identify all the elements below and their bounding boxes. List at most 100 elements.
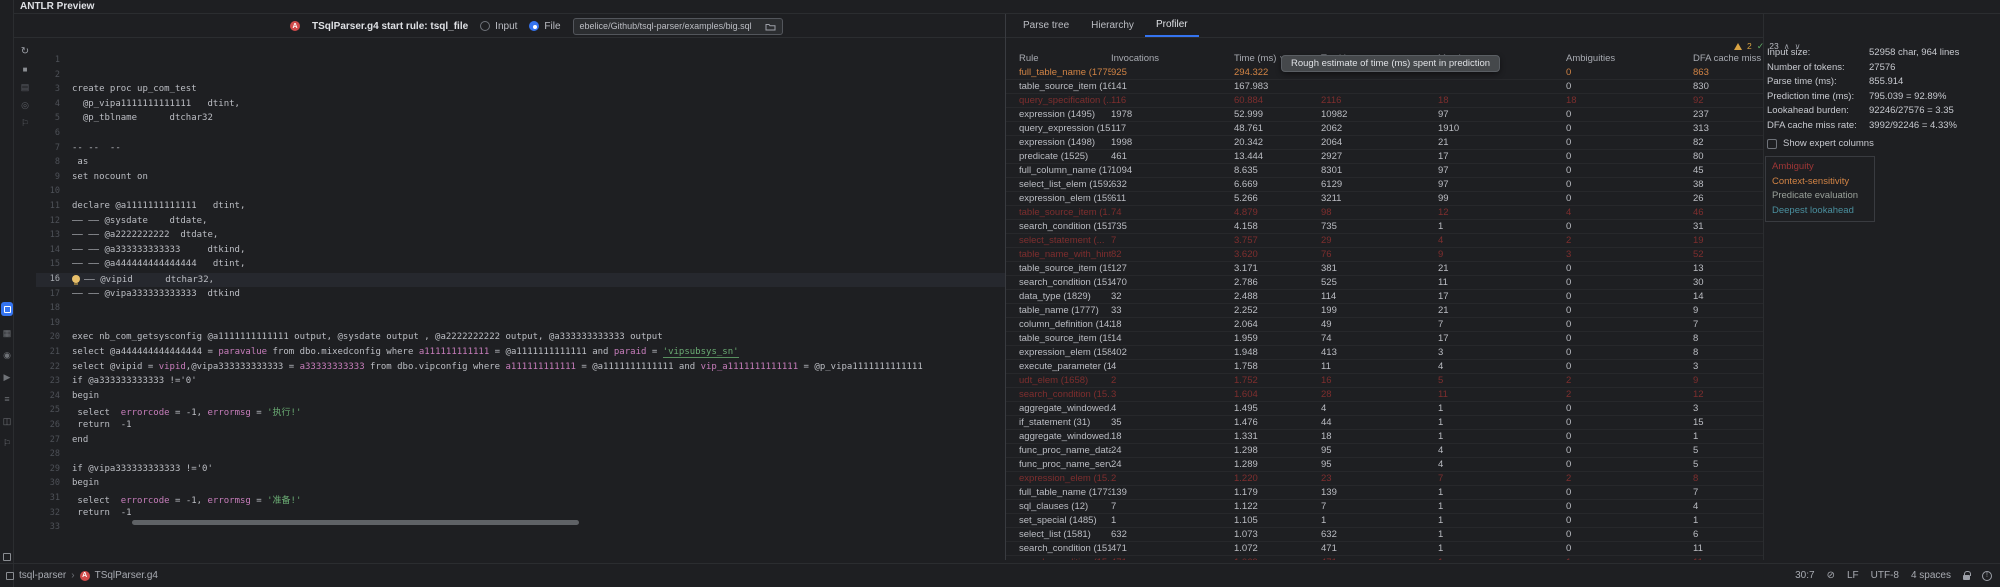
column-header[interactable]: Rule xyxy=(1019,53,1111,64)
profiler-row[interactable]: set_special (1485)11.1051101 xyxy=(1006,514,1763,528)
editor-line[interactable]: 26 return -1 xyxy=(36,419,1005,433)
editor-line[interactable]: 22select @vipid = vipid,@vipa33333333333… xyxy=(36,361,1005,375)
tool-window-button-bottom[interactable] xyxy=(1,550,13,564)
edit-button[interactable]: ▤ xyxy=(18,80,32,94)
editor-line[interactable]: 5 @p_tblname dtchar32 xyxy=(36,112,1005,126)
editor-line[interactable]: 21select @a444444444444444 = paravalue f… xyxy=(36,346,1005,360)
profiler-row[interactable]: aggregate_windowed...41.4954103 xyxy=(1006,402,1763,416)
line-number[interactable]: 22 xyxy=(36,362,60,372)
profiler-row[interactable]: table_source_item (16...141167.9830830 xyxy=(1006,80,1763,94)
caret-position[interactable]: 30:7 xyxy=(1795,570,1814,581)
file-encoding[interactable]: UTF-8 xyxy=(1871,570,1899,581)
profiler-row[interactable]: if_statement (31)351.476441015 xyxy=(1006,416,1763,430)
line-number[interactable]: 31 xyxy=(36,493,60,503)
editor-line[interactable]: 12—— —— @sysdate dtdate, xyxy=(36,215,1005,229)
file-path-field[interactable]: ebelice/Github/tsql-parser/examples/big.… xyxy=(573,18,783,35)
profiler-row[interactable]: expression_elem (1589)4021.948413308 xyxy=(1006,346,1763,360)
profiler-row[interactable]: search_condition (15...31.6042811212 xyxy=(1006,388,1763,402)
breadcrumb-file[interactable]: TSqlParser.g4 xyxy=(95,570,158,581)
editor-line[interactable]: 25 select errorcode = -1, errormsg = '执行… xyxy=(36,404,1005,418)
editor-line[interactable]: 1 xyxy=(36,54,1005,68)
line-number[interactable]: 10 xyxy=(36,186,60,196)
profiler-row[interactable]: table_source_item (1...744.8799812446 xyxy=(1006,206,1763,220)
line-number[interactable]: 3 xyxy=(36,84,60,94)
profiler-row[interactable]: aggregate_windowed...181.33118101 xyxy=(1006,430,1763,444)
search-button[interactable]: ◎ xyxy=(18,98,32,112)
profiler-row[interactable]: udt_elem (1658)21.75216529 xyxy=(1006,374,1763,388)
file-radio[interactable]: File xyxy=(529,21,560,32)
line-number[interactable]: 32 xyxy=(36,508,60,518)
profiler-row[interactable]: expression (1495)197852.99910982970237 xyxy=(1006,108,1763,122)
tab-profiler[interactable]: Profiler xyxy=(1145,14,1199,37)
profiler-row[interactable]: full_column_name (17...10948.63583019704… xyxy=(1006,164,1763,178)
line-number[interactable]: 17 xyxy=(36,289,60,299)
profiler-row[interactable]: sql_clauses (12)71.1227104 xyxy=(1006,500,1763,514)
editor-line[interactable]: 31 select errorcode = -1, errormsg = '准备… xyxy=(36,492,1005,506)
lock-icon[interactable] xyxy=(1963,575,1970,580)
profiler-row[interactable]: func_proc_name_serv...241.28995405 xyxy=(1006,458,1763,472)
profiler-row[interactable]: search_condition (1519)7354.1587351031 xyxy=(1006,220,1763,234)
editor-line[interactable]: 4 @p_vipa1111111111111 dtint, xyxy=(36,98,1005,112)
profiler-row[interactable]: query_specification (...11660.8842116181… xyxy=(1006,94,1763,108)
line-number[interactable]: 20 xyxy=(36,332,60,342)
profiler-row[interactable]: select_list (1581)6321.073632106 xyxy=(1006,528,1763,542)
editor-line[interactable]: 8 as xyxy=(36,156,1005,170)
profiler-row[interactable]: column_definition (1421)182.06449707 xyxy=(1006,318,1763,332)
line-number[interactable]: 19 xyxy=(36,318,60,328)
line-number[interactable]: 9 xyxy=(36,172,60,182)
editor-line[interactable]: 19 xyxy=(36,317,1005,331)
line-number[interactable]: 12 xyxy=(36,216,60,226)
profiler-row[interactable]: predicate (1525)46113.444292717080 xyxy=(1006,150,1763,164)
column-header[interactable]: DFA cache miss xyxy=(1693,53,1763,64)
line-number[interactable]: 7 xyxy=(36,143,60,153)
profiler-row[interactable]: search_condition (15...4711.0694711111 xyxy=(1006,556,1763,560)
profiler-row[interactable]: table_source_item (15...141.959741708 xyxy=(1006,332,1763,346)
tool-window-button[interactable]: ◫ xyxy=(1,414,13,428)
editor-line[interactable]: 15—— —— @a444444444444444 dtint, xyxy=(36,258,1005,272)
line-number[interactable]: 25 xyxy=(36,405,60,415)
editor-line[interactable]: 6 xyxy=(36,127,1005,141)
line-number[interactable]: 33 xyxy=(36,522,60,532)
breadcrumb-project[interactable]: tsql-parser xyxy=(19,570,66,581)
profiler-row[interactable]: expression_elem (15...21.22023728 xyxy=(1006,472,1763,486)
line-number[interactable]: 8 xyxy=(36,157,60,167)
line-number[interactable]: 5 xyxy=(36,113,60,123)
line-number[interactable]: 24 xyxy=(36,391,60,401)
editor-line[interactable]: 18 xyxy=(36,302,1005,316)
line-number[interactable]: 29 xyxy=(36,464,60,474)
expert-columns-checkbox[interactable]: Show expert columns xyxy=(1767,138,1874,149)
intention-bulb-icon[interactable] xyxy=(72,275,80,283)
profiler-row[interactable]: select_statement (...73.757294219 xyxy=(1006,234,1763,248)
profiler-row[interactable]: table_name (1777)332.2521992109 xyxy=(1006,304,1763,318)
tool-window-button-antlr-preview[interactable] xyxy=(1,302,13,316)
profiler-row[interactable]: expression (1498)199820.342206421082 xyxy=(1006,136,1763,150)
folder-icon[interactable] xyxy=(765,22,776,31)
column-header[interactable]: Invocations xyxy=(1111,53,1234,64)
profiler-row[interactable]: search_condition (1517)4702.78652511030 xyxy=(1006,276,1763,290)
profiler-row[interactable]: query_expression (1527)11748.76120621910… xyxy=(1006,122,1763,136)
line-number[interactable]: 2 xyxy=(36,70,60,80)
profiler-row[interactable]: expression_elem (1590)6115.266321199026 xyxy=(1006,192,1763,206)
editor-line[interactable]: 32 return -1 xyxy=(36,507,1005,521)
stop-button[interactable]: ■ xyxy=(18,62,32,76)
line-number[interactable]: 11 xyxy=(36,201,60,211)
line-number[interactable]: 30 xyxy=(36,478,60,488)
editor-line[interactable]: 30begin xyxy=(36,477,1005,491)
editor-line[interactable]: 17—— —— @vipa333333333333 dtkind xyxy=(36,288,1005,302)
line-number[interactable]: 27 xyxy=(36,435,60,445)
line-separator[interactable]: LF xyxy=(1847,570,1859,581)
pin-button[interactable]: ⚐ xyxy=(18,116,32,130)
tool-window-button[interactable]: ≡ xyxy=(1,392,13,406)
editor-line[interactable]: 2 xyxy=(36,69,1005,83)
tool-window-button[interactable]: ▦ xyxy=(1,326,13,340)
line-number[interactable]: 16 xyxy=(36,274,60,284)
line-number[interactable]: 13 xyxy=(36,230,60,240)
tool-window-button[interactable]: ⚐ xyxy=(1,436,13,450)
line-number[interactable]: 1 xyxy=(36,55,60,65)
editor-line[interactable]: 13—— —— @a2222222222 dtdate, xyxy=(36,229,1005,243)
editor-line[interactable]: 20exec nb_com_getsysconfig @a11111111111… xyxy=(36,331,1005,345)
profiler-row[interactable]: data_type (1829)322.48811417014 xyxy=(1006,290,1763,304)
line-number[interactable]: 4 xyxy=(36,99,60,109)
editor-line[interactable]: 3create proc up_com_test xyxy=(36,83,1005,97)
editor-line[interactable]: 27end xyxy=(36,434,1005,448)
